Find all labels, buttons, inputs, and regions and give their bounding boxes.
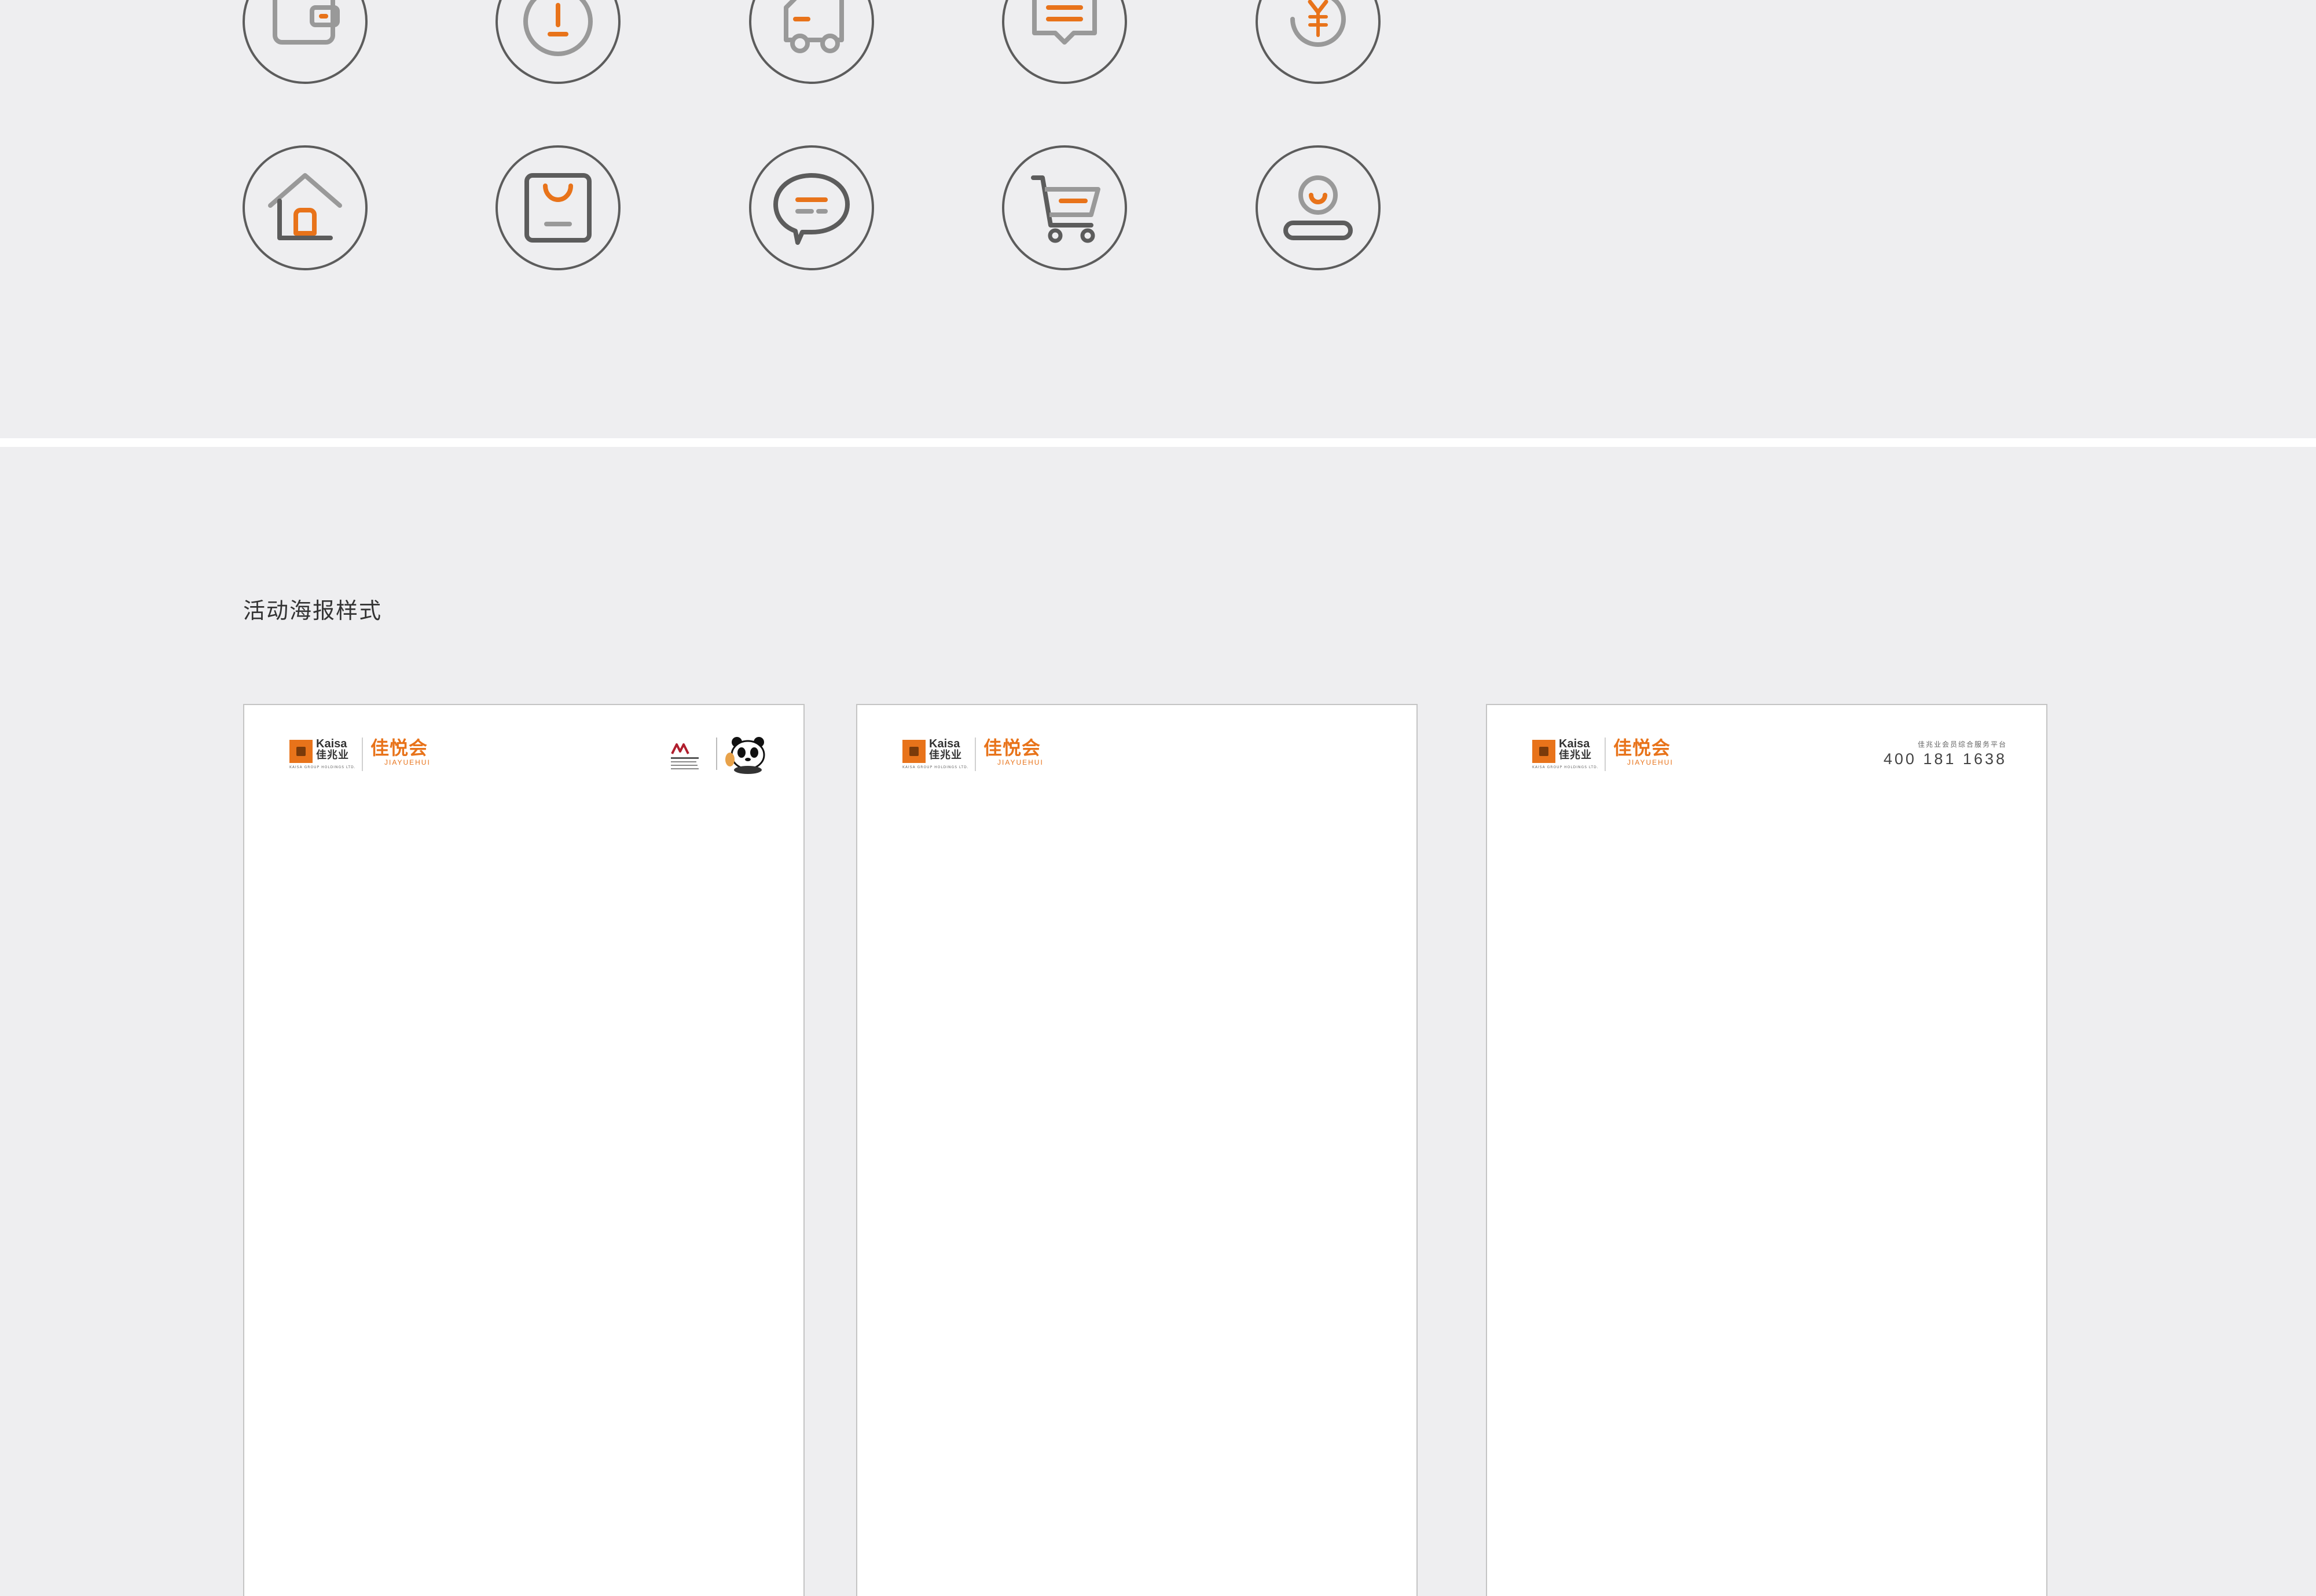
shopping-bag-icon: [496, 145, 621, 270]
club-name-cn: 佳悦会: [983, 737, 1041, 759]
brand-name-en: Kaisa: [929, 738, 960, 750]
brand-logo: Kaisa 佳兆业 KAISA GROUP HOLDINGS LTD. 佳悦会 …: [902, 738, 1059, 771]
clock-icon: [496, 0, 621, 84]
shopping-cart-icon: [1002, 145, 1127, 270]
brand-name-cn: 佳兆业: [316, 749, 349, 761]
kaisa-logo-mark: [902, 740, 926, 763]
brand-name-cn: 佳兆业: [929, 749, 962, 761]
logo-divider: [975, 738, 976, 771]
kaisa-logo-mark: [289, 740, 313, 763]
logo-divider: [1605, 738, 1606, 771]
poster-template-2: Kaisa 佳兆业 KAISA GROUP HOLDINGS LTD. 佳悦会 …: [856, 704, 1418, 1596]
brand-subtitle: KAISA GROUP HOLDINGS LTD.: [289, 765, 356, 769]
club-name-en: JIAYUEHUI: [997, 758, 1044, 766]
club-name-en: JIAYUEHUI: [1627, 758, 1673, 766]
brand-subtitle: KAISA GROUP HOLDINGS LTD.: [1532, 765, 1599, 769]
kaisa-logo-mark: [1532, 740, 1555, 763]
partner-logos: [670, 734, 774, 775]
brand-name-en: Kaisa: [1559, 738, 1590, 750]
service-hotline: 佳兆业会员综合服务平台 400 181 1638: [1884, 740, 2007, 769]
delivery-truck-icon: [749, 0, 874, 84]
section-title: 活动海报样式: [243, 598, 383, 623]
brand-name-cn: 佳兆业: [1559, 749, 1592, 761]
brand-logo: Kaisa 佳兆业 KAISA GROUP HOLDINGS LTD. 佳悦会 …: [289, 738, 446, 771]
brand-name-en: Kaisa: [316, 738, 347, 750]
user-profile-icon: [1256, 145, 1381, 270]
chat-bubble-icon: [749, 145, 874, 270]
home-icon: [243, 145, 368, 270]
message-icon: [1002, 0, 1127, 84]
brand-subtitle: KAISA GROUP HOLDINGS LTD.: [902, 765, 969, 769]
brand-logo: Kaisa 佳兆业 KAISA GROUP HOLDINGS LTD. 佳悦会 …: [1532, 738, 1689, 771]
club-name-cn: 佳悦会: [1613, 737, 1671, 759]
icon-showcase-panel: [0, 0, 2316, 438]
panda-mascot-icon: [725, 737, 765, 774]
logo-divider: [362, 738, 363, 771]
hotline-label: 佳兆业会员综合服务平台: [1917, 740, 2007, 749]
hotline-number: 400 181 1638: [1883, 750, 2007, 768]
club-name-en: JIAYUEHUI: [384, 758, 431, 766]
wallet-icon: [243, 0, 368, 84]
yuan-coin-icon: [1256, 0, 1381, 84]
poster-template-3: Kaisa 佳兆业 KAISA GROUP HOLDINGS LTD. 佳悦会 …: [1486, 704, 2047, 1596]
club-name-cn: 佳悦会: [370, 737, 428, 759]
poster-template-1: Kaisa 佳兆业 KAISA GROUP HOLDINGS LTD. 佳悦会 …: [243, 704, 805, 1596]
